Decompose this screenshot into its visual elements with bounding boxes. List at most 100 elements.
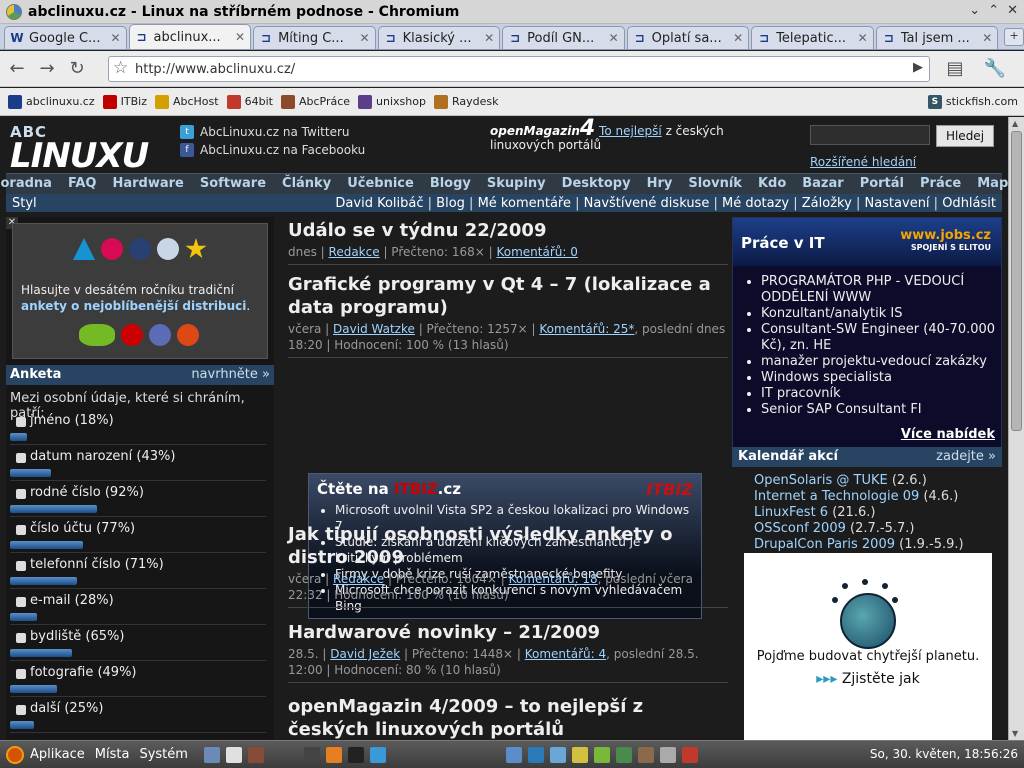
nav-item-15[interactable]: Mapa xyxy=(977,174,1008,194)
tab-label[interactable]: Oplatí sa... xyxy=(652,31,730,46)
bookmark-stickfish[interactable]: S stickfish.com xyxy=(927,94,1018,109)
article-title[interactable]: openMagazin 4/2009 – to nejlepší z český… xyxy=(288,695,728,740)
address-url[interactable]: http://www.abclinuxu.cz/ xyxy=(135,62,295,77)
nav-item-10[interactable]: Slovník xyxy=(688,174,742,194)
bookmark-3[interactable]: 64bit xyxy=(226,94,273,109)
calendar-icon[interactable] xyxy=(681,746,698,763)
bookmark-5[interactable]: unixshop xyxy=(358,94,426,109)
calendar-event-link[interactable]: Internet a Technologie 09 xyxy=(754,489,919,504)
wrench-icon[interactable]: 🔧 xyxy=(982,56,1008,82)
tab-7[interactable]: ⊐ Tal jsem ... ✕ xyxy=(875,26,999,49)
itbiz-logo[interactable]: ITBIZ xyxy=(646,480,693,499)
user-link-0[interactable]: David Kolibáč xyxy=(335,196,423,211)
user-link-1[interactable]: Blog xyxy=(436,196,465,211)
job-item[interactable]: manažer projektu-vedoucí zakázky xyxy=(761,354,997,370)
globe-launcher-icon[interactable] xyxy=(369,746,386,763)
style-link[interactable]: Styl xyxy=(12,196,335,211)
user-link-2[interactable]: Mé komentáře xyxy=(478,196,571,211)
article-title[interactable]: Grafické programy v Qt 4 – 7 (lokalizace… xyxy=(288,273,728,319)
poll-checkbox[interactable] xyxy=(16,669,26,679)
poll-checkbox[interactable] xyxy=(16,561,26,571)
poll-option[interactable]: telefonní číslo (71%) xyxy=(10,557,270,593)
scroll-up-icon[interactable]: ▲ xyxy=(1012,119,1018,128)
poll-option[interactable]: číslo účtu (77%) xyxy=(10,521,270,557)
poll-option[interactable]: jméno (18%) xyxy=(10,413,270,449)
calendar-event-link[interactable]: LinuxFest 6 xyxy=(754,505,828,520)
distro-poll-link[interactable]: ankety o nejoblíbenější distribuci xyxy=(21,299,246,313)
mail-icon[interactable] xyxy=(615,746,632,763)
distro-poll-banner[interactable]: Hlasujte v desátém ročníku tradiční anke… xyxy=(12,223,268,359)
nav-item-9[interactable]: Hry xyxy=(647,174,673,194)
poll-checkbox[interactable] xyxy=(16,705,26,715)
article-author-link[interactable]: David Watzke xyxy=(333,322,415,336)
tab-close-icon[interactable]: ✕ xyxy=(609,31,619,45)
search-input[interactable] xyxy=(810,125,930,145)
tab-label[interactable]: abclinux... xyxy=(154,30,232,45)
poll-checkbox[interactable] xyxy=(16,417,26,427)
vertical-scrollbar[interactable]: ▲ ▼ xyxy=(1008,117,1024,740)
bookmark-label[interactable]: AbcHost xyxy=(173,95,219,108)
nav-item-2[interactable]: Hardware xyxy=(112,174,183,194)
update-icon[interactable] xyxy=(593,746,610,763)
bookmark-label[interactable]: abclinuxu.cz xyxy=(26,95,95,108)
openmagazin-link[interactable]: To nejlepší xyxy=(599,124,662,138)
tab-5[interactable]: ⊐ Oplatí sa... ✕ xyxy=(626,26,750,49)
places-menu[interactable]: Místa xyxy=(95,747,130,762)
calendar-event-link[interactable]: OSSconf 2009 xyxy=(754,521,846,536)
job-item[interactable]: IT pracovník xyxy=(761,386,997,402)
bookmark-label[interactable]: unixshop xyxy=(376,95,426,108)
bookmark-label[interactable]: Raydesk xyxy=(452,95,499,108)
browser-launcher-icon[interactable] xyxy=(203,746,220,763)
user-link-4[interactable]: Mé dotazy xyxy=(722,196,789,211)
article-author-link[interactable]: Redakce xyxy=(329,245,380,259)
poll-checkbox[interactable] xyxy=(16,633,26,643)
user-link-3[interactable]: Navštívené diskuse xyxy=(584,196,710,211)
clock[interactable]: So, 30. květen, 18:56:26 xyxy=(870,747,1018,761)
nav-item-4[interactable]: Články xyxy=(282,174,331,194)
poll-option[interactable]: rodné číslo (92%) xyxy=(10,485,270,521)
bookmark-label[interactable]: AbcPráce xyxy=(299,95,350,108)
tab-0[interactable]: W Google C... ✕ xyxy=(4,26,127,49)
user-link-5[interactable]: Záložky xyxy=(802,196,852,211)
back-icon[interactable]: ← xyxy=(4,56,30,82)
nav-item-5[interactable]: Učebnice xyxy=(347,174,414,194)
nav-item-11[interactable]: Kdo je xyxy=(758,174,786,211)
window-icon[interactable] xyxy=(303,746,320,763)
tab-close-icon[interactable]: ✕ xyxy=(110,31,120,45)
scroll-down-icon[interactable]: ▼ xyxy=(1012,729,1018,738)
text-editor-icon[interactable] xyxy=(225,746,242,763)
poll-option[interactable]: další (25%) xyxy=(10,701,270,737)
nav-item-1[interactable]: FAQ xyxy=(68,174,97,194)
nav-item-13[interactable]: Portál xyxy=(860,174,904,194)
applications-menu[interactable]: Aplikace xyxy=(30,747,85,762)
article-author-link[interactable]: David Ježek xyxy=(330,647,400,661)
poll-checkbox[interactable] xyxy=(16,597,26,607)
tab-3[interactable]: ⊐ Klasický ... ✕ xyxy=(377,26,501,49)
tab-close-icon[interactable]: ✕ xyxy=(733,31,743,45)
tab-close-icon[interactable]: ✕ xyxy=(235,30,245,44)
poll-checkbox[interactable] xyxy=(16,489,26,499)
tab-label[interactable]: Tal jsem ... xyxy=(901,31,979,46)
tab-4[interactable]: ⊐ Podíl GN... ✕ xyxy=(502,26,625,49)
notes-icon[interactable] xyxy=(571,746,588,763)
calendar-add-link[interactable]: zadejte » xyxy=(936,447,996,467)
poll-option[interactable]: e-mail (28%) xyxy=(10,593,270,629)
user-link-6[interactable]: Nastavení xyxy=(864,196,929,211)
job-item[interactable]: Windows specialista xyxy=(761,370,997,386)
tab-2[interactable]: ⊐ Míting Č... ✕ xyxy=(253,26,376,49)
poll-nominate-link[interactable]: navrhněte » xyxy=(191,365,270,385)
nav-item-0[interactable]: Poradna xyxy=(0,174,52,194)
article-title[interactable]: Hardwarové novinky – 21/2009 xyxy=(288,621,728,644)
nav-item-8[interactable]: Desktopy xyxy=(562,174,631,194)
article-title[interactable]: Jak tipují osobnosti výsledky ankety o d… xyxy=(288,523,728,569)
poll-option[interactable]: bydliště (65%) xyxy=(10,629,270,665)
taskbar-window-icon[interactable] xyxy=(247,746,264,763)
volume-icon[interactable] xyxy=(659,746,676,763)
new-tab-button[interactable]: + xyxy=(1004,28,1024,46)
article-comments-link[interactable]: Komentářů: 4 xyxy=(525,647,606,661)
job-item[interactable]: Konzultant/analytik IS xyxy=(761,306,997,322)
bookmark-label[interactable]: ITBiz xyxy=(121,95,147,108)
itbiz-heading[interactable]: Čtěte na ITBIZ.cz xyxy=(317,480,461,498)
tab-label[interactable]: Telepatic... xyxy=(776,31,854,46)
go-icon[interactable]: ▶ xyxy=(913,60,923,75)
